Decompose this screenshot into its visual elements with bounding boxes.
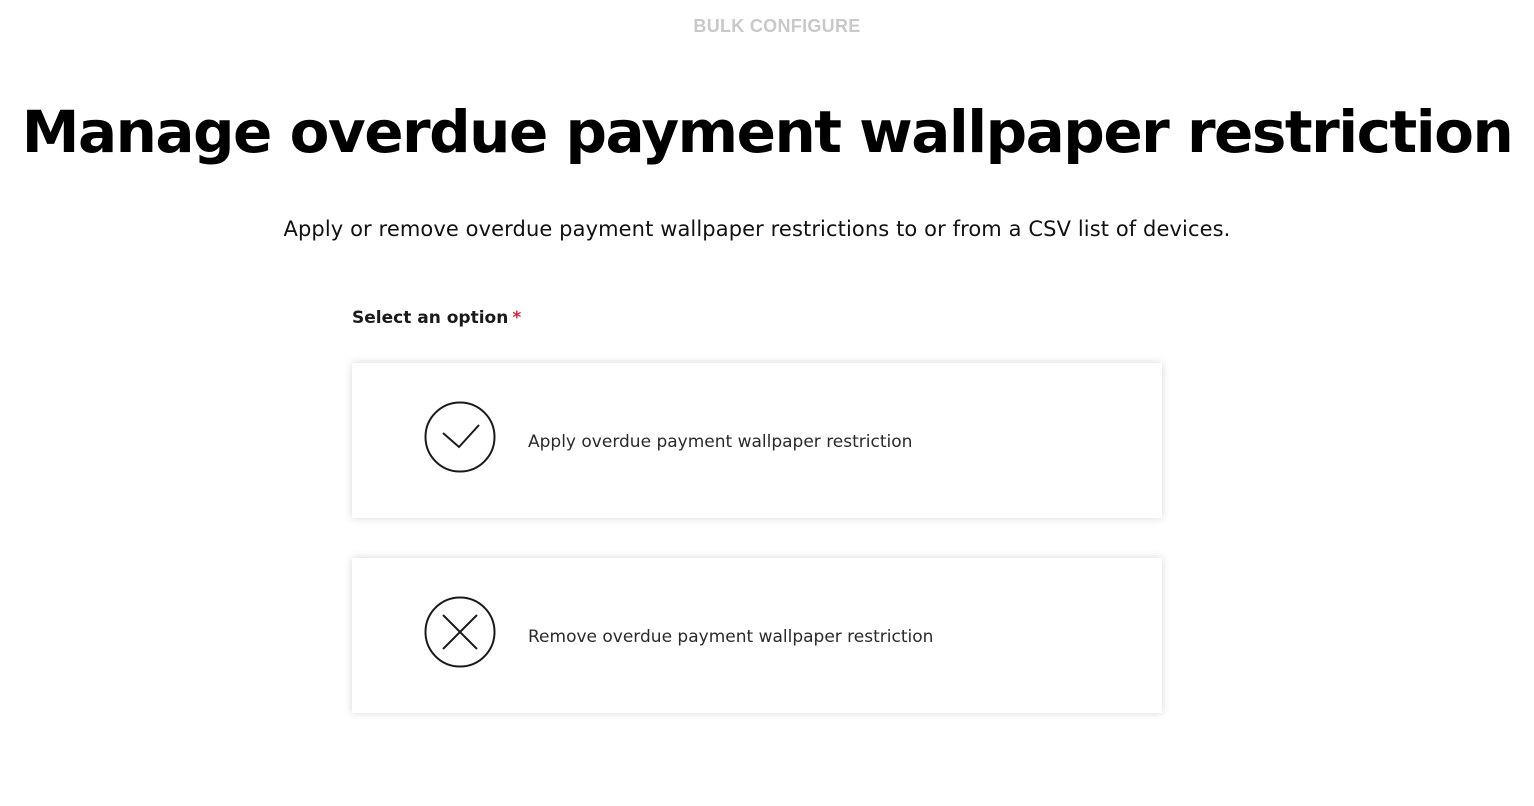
x-circle-icon xyxy=(424,596,496,668)
page-subtitle: Apply or remove overdue payment wallpape… xyxy=(283,217,1231,241)
check-circle-icon xyxy=(424,401,496,473)
section-eyebrow: BULK CONFIGURE xyxy=(693,16,861,36)
remove-restriction-option[interactable]: Remove overdue payment wallpaper restric… xyxy=(352,558,1162,713)
page-title: Manage overdue payment wallpaper restric… xyxy=(21,98,1514,166)
required-marker: * xyxy=(512,308,522,328)
bulk-configure-page: BULK CONFIGURE Manage overdue payment wa… xyxy=(0,0,1534,806)
apply-restriction-label: Apply overdue payment wallpaper restrict… xyxy=(528,432,913,452)
apply-restriction-option[interactable]: Apply overdue payment wallpaper restrict… xyxy=(352,363,1162,518)
remove-restriction-label: Remove overdue payment wallpaper restric… xyxy=(528,627,934,647)
option-field-label-text: Select an option xyxy=(352,308,509,328)
option-field-label: Select an option * xyxy=(352,308,521,328)
